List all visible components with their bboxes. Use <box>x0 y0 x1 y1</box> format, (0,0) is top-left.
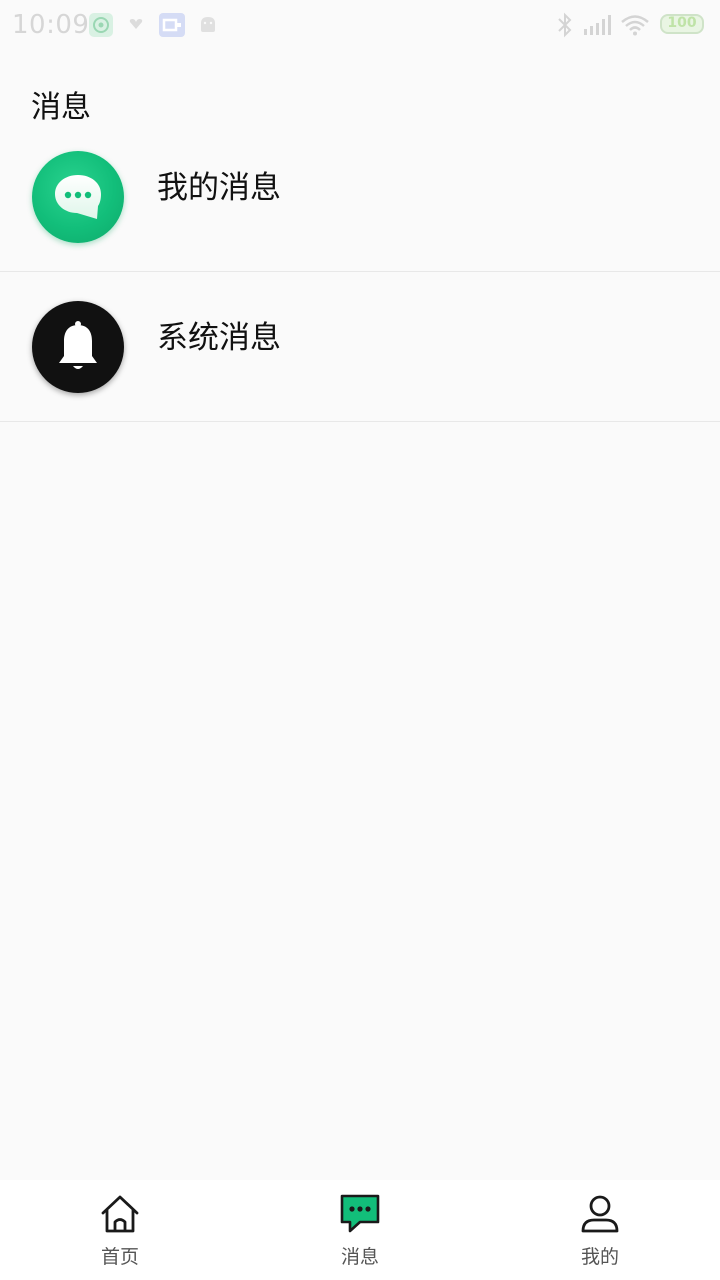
list-item-system-messages[interactable]: 系统消息 <box>0 272 720 422</box>
signal-icon <box>584 15 611 35</box>
list-item-my-messages[interactable]: 我的消息 <box>0 122 720 272</box>
chat-bubble-icon <box>55 175 101 219</box>
bluetooth-icon <box>558 12 572 38</box>
home-icon <box>101 1195 139 1233</box>
status-bar: 10:09 100 <box>0 0 720 50</box>
page-title: 消息 <box>31 90 91 125</box>
nav-item-messages[interactable]: 消息 <box>240 1180 480 1280</box>
nav-item-home[interactable]: 首页 <box>0 1180 240 1280</box>
heart-notification-icon <box>129 19 143 29</box>
bell-icon <box>59 321 97 369</box>
status-time: 10:09 <box>12 10 90 40</box>
list-item-label: 系统消息 <box>157 320 281 356</box>
list-item-label: 我的消息 <box>157 170 281 206</box>
my-messages-avatar <box>32 151 124 243</box>
nav-item-profile[interactable]: 我的 <box>480 1180 720 1280</box>
user-icon <box>581 1195 619 1233</box>
nav-label-messages: 消息 <box>340 1246 379 1268</box>
app-notification-icon <box>89 13 113 37</box>
message-icon <box>340 1194 380 1233</box>
battery-indicator: 100 <box>660 14 704 34</box>
system-messages-avatar <box>32 301 124 393</box>
wifi-icon <box>621 15 649 36</box>
android-icon <box>201 17 215 32</box>
app-badge-icon <box>159 13 185 37</box>
battery-level: 100 <box>667 15 697 31</box>
bottom-nav: 首页 消息 我的 <box>0 1180 720 1280</box>
nav-label-home: 首页 <box>100 1246 139 1268</box>
nav-label-profile: 我的 <box>580 1246 619 1268</box>
